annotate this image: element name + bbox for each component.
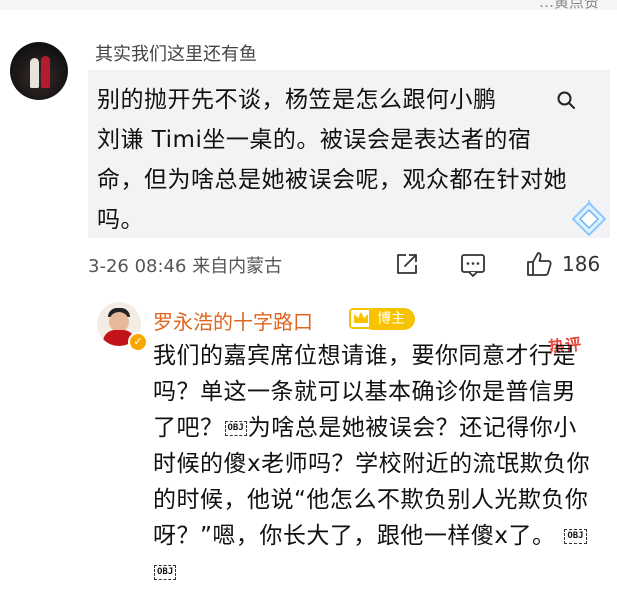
reply-text: 我们的嘉宾席位想请谁，要你同意才行是吗？单这一条就可以基本确诊你是普信男了吧？ O…	[153, 338, 598, 590]
comment-time: 3-26 08:46	[88, 256, 187, 277]
comment-username[interactable]: 其实我们这里还有鱼	[95, 40, 257, 66]
top-partial-text: …黄点赞	[538, 0, 599, 11]
comment-text-rest: 刘谦 Timi坐一桌的。被误会是表达者的宿命，但为啥总是她被误会呢，观众都在针对…	[97, 127, 567, 233]
search-icon[interactable]	[556, 90, 576, 110]
obj-placeholder-icon: OBJ	[564, 529, 587, 544]
obj-placeholder-icon: OBJ	[224, 421, 247, 436]
comment-location: 来自内蒙古	[192, 256, 283, 277]
verified-icon: ✓	[128, 332, 148, 352]
comment-meta: 3-26 08:46 来自内蒙古	[88, 252, 282, 278]
avatar[interactable]	[10, 42, 68, 100]
like-icon[interactable]	[525, 250, 553, 278]
avatar-figure	[30, 58, 39, 88]
share-icon[interactable]	[395, 252, 419, 276]
top-strip: …黄点赞	[0, 0, 617, 11]
comment-text-line1: 别的抛开先不谈，杨笠是怎么跟何小鹏	[97, 87, 497, 113]
avatar-figure	[41, 56, 50, 88]
comment-icon[interactable]	[460, 252, 486, 278]
obj-placeholder-icon: OBJ	[154, 565, 177, 580]
avatar-face	[109, 312, 129, 332]
reply-username[interactable]: 罗永浩的十字路口	[153, 306, 313, 335]
diamond-icon	[571, 200, 607, 237]
comment-text: 别的抛开先不谈，杨笠是怎么跟何小鹏 刘谦 Timi坐一桌的。被误会是表达者的宿命…	[97, 80, 577, 240]
like-count: 186	[562, 252, 601, 276]
role-badge: 博主	[369, 308, 415, 330]
